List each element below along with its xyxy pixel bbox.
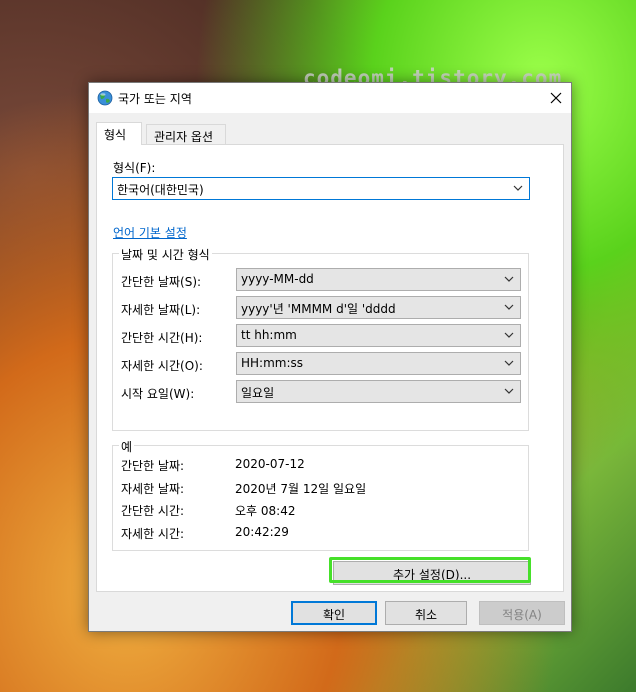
ok-label: 확인 — [322, 608, 346, 622]
chevron-down-icon — [504, 360, 514, 366]
apply-button[interactable]: 적용(A) — [479, 601, 565, 625]
example-long-time-label: 자세한 시간: — [121, 527, 185, 541]
region-dialog: 국가 또는 지역 형식 관리자 옵션 형식(F): 한국어(대한민국) 언어 기… — [88, 82, 572, 632]
format-label: 형식(F): — [113, 161, 156, 175]
cancel-label: 취소 — [414, 608, 438, 622]
example-long-date-label: 자세한 날짜: — [121, 482, 185, 496]
short-date-label: 간단한 날짜(S): — [121, 275, 202, 289]
datetime-group-title: 날짜 및 시간 형식 — [119, 246, 212, 263]
chevron-down-icon — [504, 276, 514, 282]
examples-group-title: 예 — [119, 438, 135, 455]
window-title: 국가 또는 지역 — [118, 92, 192, 106]
long-date-value: yyyy'년 'MMMM d'일 'dddd — [241, 302, 396, 316]
chevron-down-icon — [504, 388, 514, 394]
short-date-select[interactable]: yyyy-MM-dd — [236, 268, 521, 291]
example-long-date-value: 2020년 7월 12일 일요일 — [235, 482, 367, 496]
long-date-select[interactable]: yyyy'년 'MMMM d'일 'dddd — [236, 296, 521, 319]
format-select-value: 한국어(대한민국) — [117, 183, 204, 197]
close-icon — [550, 92, 562, 104]
tab-admin-options[interactable]: 관리자 옵션 — [146, 124, 226, 144]
tab-strip: 형식 관리자 옵션 — [96, 122, 556, 145]
datetime-format-group: 날짜 및 시간 형식 간단한 날짜(S): yyyy-MM-dd 자세한 날짜(… — [112, 246, 529, 431]
example-long-time-value: 20:42:29 — [235, 525, 289, 539]
format-panel: 형식(F): 한국어(대한민국) 언어 기본 설정 날짜 및 시간 형식 간단한… — [96, 144, 564, 592]
apply-label: 적용(A) — [502, 608, 542, 622]
short-time-value: tt hh:mm — [241, 328, 297, 342]
ok-button[interactable]: 확인 — [291, 601, 377, 625]
example-short-time-value: 오후 08:42 — [235, 504, 296, 518]
close-button[interactable] — [541, 83, 571, 113]
long-date-label: 자세한 날짜(L): — [121, 303, 201, 317]
long-time-label: 자세한 시간(O): — [121, 359, 203, 373]
tab-admin-options-label: 관리자 옵션 — [154, 130, 214, 144]
examples-group: 예 간단한 날짜: 2020-07-12 자세한 날짜: 2020년 7월 12… — [112, 438, 529, 551]
chevron-down-icon — [504, 332, 514, 338]
chevron-down-icon — [513, 185, 523, 191]
first-day-label: 시작 요일(W): — [121, 387, 195, 401]
long-time-select[interactable]: HH:mm:ss — [236, 352, 521, 375]
tab-format-label: 형식 — [104, 128, 127, 142]
globe-icon — [97, 90, 113, 106]
example-short-time-label: 간단한 시간: — [121, 504, 185, 518]
short-date-value: yyyy-MM-dd — [241, 272, 314, 286]
short-time-label: 간단한 시간(H): — [121, 331, 203, 345]
cancel-button[interactable]: 취소 — [385, 601, 467, 625]
tab-format[interactable]: 형식 — [96, 122, 142, 145]
example-short-date-label: 간단한 날짜: — [121, 459, 185, 473]
additional-settings-label: 추가 설정(D)... — [392, 568, 472, 582]
title-bar[interactable]: 국가 또는 지역 — [89, 83, 571, 113]
first-day-value: 일요일 — [241, 386, 275, 400]
long-time-value: HH:mm:ss — [241, 356, 304, 370]
language-preferences-link[interactable]: 언어 기본 설정 — [113, 224, 187, 241]
example-short-date-value: 2020-07-12 — [235, 457, 305, 471]
short-time-select[interactable]: tt hh:mm — [236, 324, 521, 347]
additional-settings-button[interactable]: 추가 설정(D)... — [333, 561, 531, 585]
format-select[interactable]: 한국어(대한민국) — [112, 177, 530, 200]
chevron-down-icon — [504, 304, 514, 310]
first-day-select[interactable]: 일요일 — [236, 380, 521, 403]
